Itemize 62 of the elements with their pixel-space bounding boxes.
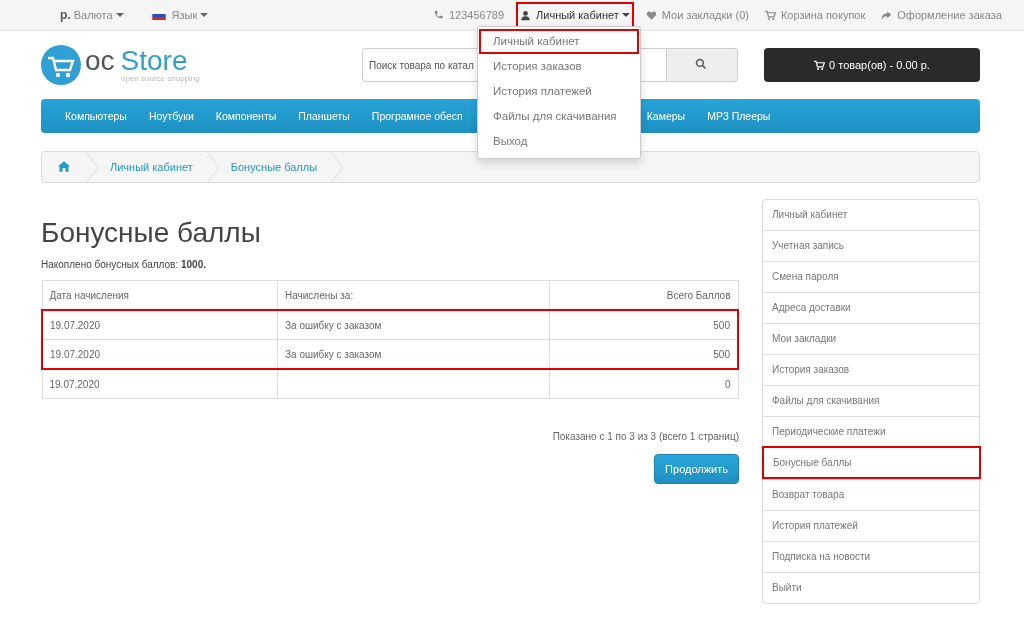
column-header: Всего Баллов [549,280,738,310]
sidebar-item[interactable]: Выйти [763,572,979,603]
nav-link[interactable]: MP3 Плееры [707,110,771,122]
menu-item[interactable]: Файлы для скачивания [479,104,639,129]
sidebar-item[interactable]: Бонусные баллы [762,446,981,479]
language-dropdown[interactable]: Язык [147,2,213,28]
sidebar-item[interactable]: История платежей [763,510,979,541]
user-icon [520,9,532,21]
menu-item[interactable]: Личный кабинет [479,29,639,54]
phone-icon [432,9,444,21]
points-total: Накоплено бонусных баллов: 1000. [41,259,207,270]
menu-item[interactable]: История платежей [479,79,639,104]
caret-icon [200,11,209,19]
cart-icon [814,59,826,71]
sidebar-item[interactable]: История заказов [763,354,979,385]
continue-button[interactable]: Продолжить [654,454,739,484]
currency-dropdown[interactable]: р. Валюта [56,1,128,29]
checkout-link[interactable]: Оформление заказа [877,2,1006,28]
caret-icon [621,11,630,19]
sidebar-item[interactable]: Файлы для скачивания [763,385,979,416]
column-header: Начислены за: [277,280,550,310]
table-cell: 500 [549,310,738,340]
table-cell: 19.07.2020 [42,339,278,369]
nav-link[interactable]: Ноутбуки [148,110,194,122]
cart-icon [764,9,776,21]
nav-link[interactable]: Планшеты [298,110,350,122]
cart-button[interactable]: 0 товар(ов) - 0.00 р. [764,48,980,82]
nav-link[interactable]: Камеры [646,110,686,122]
cart-link[interactable]: Корзина покупок [760,2,870,28]
nav-link[interactable]: Компоненты [215,110,277,122]
cart-logo-icon [41,45,81,85]
menu-item[interactable]: Выход [479,129,639,154]
table-cell: 0 [549,369,738,399]
sidebar-item[interactable]: Смена пароля [763,261,979,292]
phone-number: 123456789 [448,9,505,21]
sidebar-item[interactable]: Учетная запись [763,230,979,261]
nav-link[interactable]: Програмное обесп [371,110,463,122]
share-arrow-icon [881,9,893,21]
search-icon [695,57,707,70]
table-cell: За ошибку с заказом [277,310,550,340]
pagination-text: Показано с 1 по 3 из 3 (всего 1 страниц) [551,431,739,442]
page-title: Бонусные баллы [41,217,262,249]
wishlist-link[interactable]: Мои закладки (0) [641,2,753,28]
table-cell: 19.07.2020 [42,310,278,340]
column-header: Дата начисления [42,280,278,310]
breadcrumb-link[interactable]: Личный кабинет [98,161,207,173]
caret-icon [115,11,124,19]
sidebar-item[interactable]: Подписка на новости [763,541,979,572]
sidebar-item[interactable]: Адреса доставки [763,292,979,323]
table-cell: 500 [549,339,738,369]
sidebar-item[interactable]: Периодические платежи [763,416,979,447]
flag-icon [151,10,166,20]
breadcrumb-link[interactable]: Бонусные баллы [218,161,332,173]
table-cell: 19.07.2020 [42,369,278,399]
heart-icon [645,9,657,21]
home-icon [58,160,70,172]
sidebar-item[interactable]: Мои закладки [763,323,979,354]
nav-link[interactable]: Компьютеры [65,110,127,122]
menu-item[interactable]: История заказов [479,54,639,79]
sidebar-item[interactable]: Возврат товара [763,479,979,510]
table-cell: За ошибку с заказом [277,339,550,369]
sidebar-item[interactable]: Личный кабинет [763,200,979,230]
